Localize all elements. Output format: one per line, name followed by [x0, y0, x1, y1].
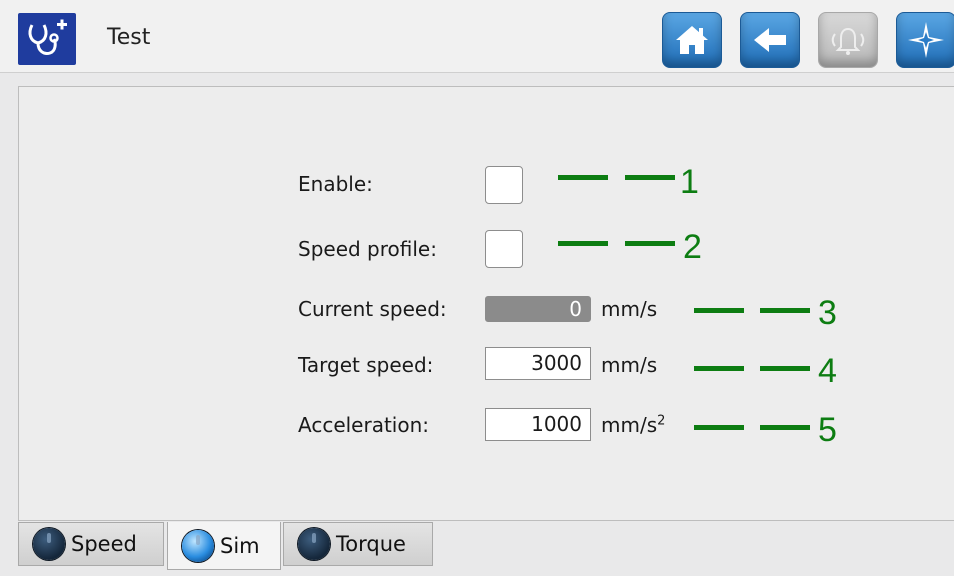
page-title: Test: [107, 25, 151, 50]
callout-line: [694, 366, 744, 371]
tab-sim-label: Sim: [220, 533, 260, 558]
acceleration-unit: mm/s2: [601, 413, 666, 437]
compass-icon: [908, 22, 944, 58]
callout-line: [625, 241, 675, 246]
tab-speed[interactable]: Speed: [18, 522, 164, 566]
home-button[interactable]: [662, 12, 722, 68]
target-speed-input[interactable]: 3000: [485, 347, 591, 380]
back-button[interactable]: [740, 12, 800, 68]
target-speed-unit: mm/s: [601, 353, 658, 377]
speed-profile-checkbox[interactable]: [485, 230, 523, 268]
enable-checkbox[interactable]: [485, 166, 523, 204]
status-orb-icon: [298, 528, 330, 560]
callout-line: [558, 241, 608, 246]
current-speed-label: Current speed:: [298, 297, 447, 321]
acceleration-label: Acceleration:: [298, 413, 430, 437]
header-bar: Test: [0, 0, 954, 73]
callout-number-4: 4: [818, 352, 837, 390]
back-arrow-icon: [754, 28, 786, 52]
tab-sim[interactable]: Sim: [167, 522, 281, 570]
tab-torque-label: Torque: [336, 532, 406, 556]
callout-line: [760, 366, 810, 371]
callout-line: [760, 308, 810, 313]
alarm-button[interactable]: [818, 12, 878, 68]
current-speed-value: 0: [485, 296, 591, 322]
enable-label: Enable:: [298, 172, 373, 196]
callout-number-3: 3: [818, 294, 837, 332]
callout-line: [694, 308, 744, 313]
bell-icon: [831, 27, 865, 55]
stethoscope-plus-icon[interactable]: [18, 13, 76, 65]
callout-number-2: 2: [683, 228, 702, 266]
callout-line: [694, 425, 744, 430]
acceleration-input[interactable]: 1000: [485, 408, 591, 441]
speed-profile-label: Speed profile:: [298, 237, 437, 261]
current-speed-unit: mm/s: [601, 297, 658, 321]
navigate-button[interactable]: [896, 12, 954, 68]
callout-number-5: 5: [818, 411, 837, 449]
tab-torque[interactable]: Torque: [283, 522, 433, 566]
home-icon: [676, 26, 708, 54]
target-speed-label: Target speed:: [298, 353, 434, 377]
callout-number-1: 1: [680, 163, 699, 201]
callout-line: [760, 425, 810, 430]
status-orb-icon: [33, 528, 65, 560]
tab-speed-label: Speed: [71, 532, 137, 556]
callout-line: [625, 175, 675, 180]
callout-line: [558, 175, 608, 180]
status-orb-icon: [182, 529, 214, 562]
